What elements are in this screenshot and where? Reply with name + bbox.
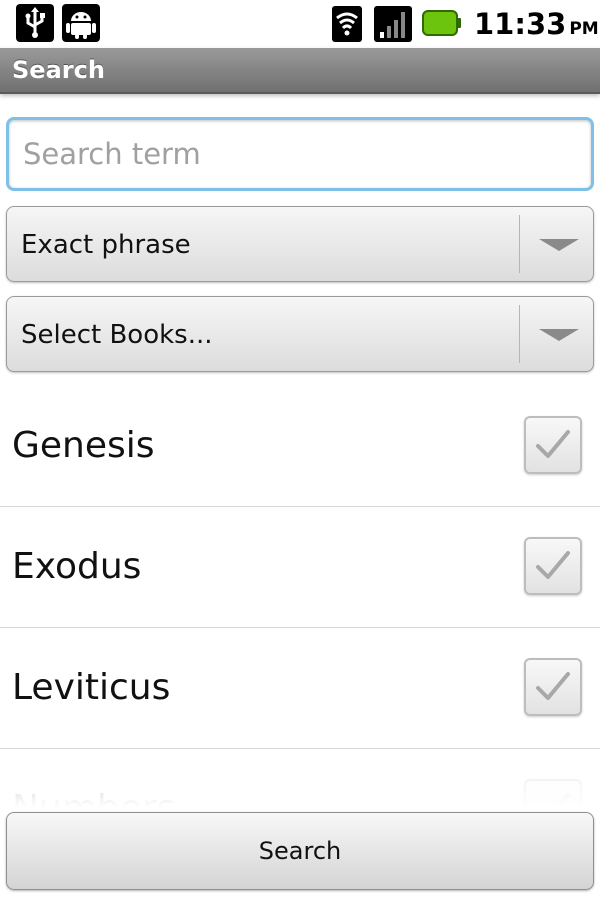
spinner-divider xyxy=(519,305,520,363)
book-row-exodus[interactable]: Exodus xyxy=(0,507,600,628)
status-bar: 11:33 PM xyxy=(0,0,600,48)
checkmark-icon xyxy=(536,793,570,808)
book-checkbox[interactable] xyxy=(524,416,582,474)
android-debug-icon xyxy=(62,4,100,42)
checkmark-icon xyxy=(536,551,570,579)
book-list[interactable]: Genesis Exodus Leviticus Numbers xyxy=(0,386,600,808)
signal-icon xyxy=(374,6,412,42)
search-button[interactable]: Search xyxy=(6,812,594,890)
search-input[interactable] xyxy=(6,117,594,191)
checkmark-icon xyxy=(536,672,570,700)
book-selector-value: Select Books... xyxy=(21,320,213,350)
title-bar: Search xyxy=(0,48,600,94)
clock-ampm: PM xyxy=(569,19,599,39)
book-selector-spinner[interactable]: Select Books... xyxy=(6,296,594,372)
wifi-icon xyxy=(332,6,362,42)
battery-icon xyxy=(422,10,461,36)
book-name: Leviticus xyxy=(12,667,171,708)
book-checkbox[interactable] xyxy=(524,658,582,716)
page-title: Search xyxy=(12,56,105,84)
match-mode-value: Exact phrase xyxy=(21,230,191,260)
usb-icon xyxy=(16,4,54,42)
spinner-divider xyxy=(519,215,520,273)
checkmark-icon xyxy=(536,430,570,458)
book-checkbox[interactable] xyxy=(524,779,582,808)
chevron-down-icon xyxy=(539,239,579,251)
book-checkbox[interactable] xyxy=(524,537,582,595)
book-name: Exodus xyxy=(12,546,142,587)
book-row-genesis[interactable]: Genesis xyxy=(0,386,600,507)
status-clock: 11:33 PM xyxy=(474,6,599,42)
book-row-leviticus[interactable]: Leviticus xyxy=(0,628,600,749)
book-name: Genesis xyxy=(12,425,155,466)
book-name: Numbers xyxy=(12,749,175,808)
book-row-numbers[interactable]: Numbers xyxy=(0,749,600,808)
chevron-down-icon xyxy=(539,329,579,341)
match-mode-spinner[interactable]: Exact phrase xyxy=(6,206,594,282)
clock-time: 11:33 xyxy=(474,7,567,41)
